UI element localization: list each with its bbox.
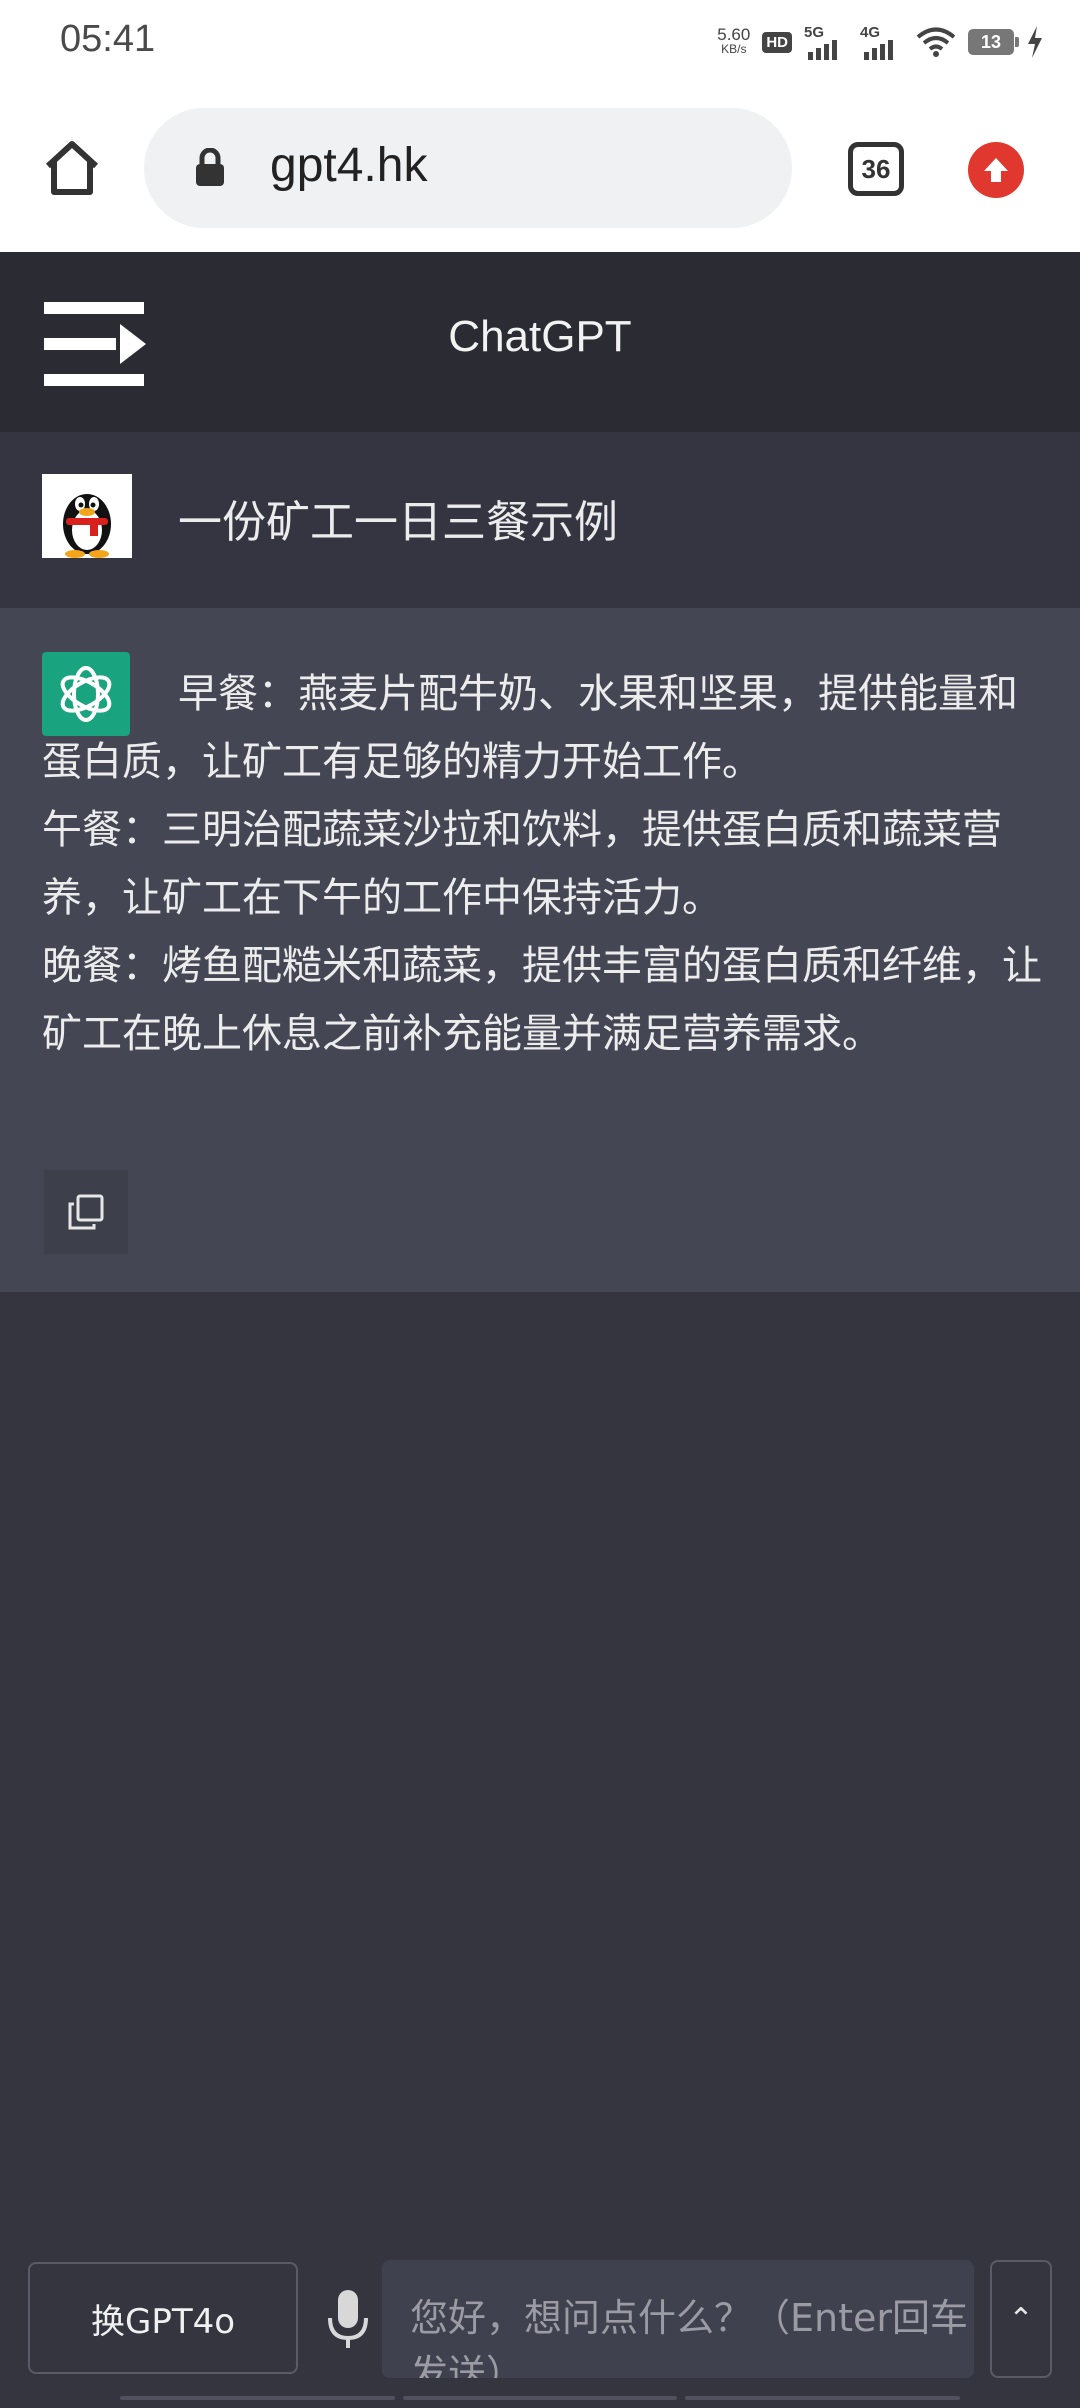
- status-icons: 5.60 KB/s HD 5G 4G 13: [717, 22, 1044, 62]
- arrow-up-icon: [984, 158, 1008, 182]
- openai-logo-icon: [60, 666, 112, 722]
- user-message-text: 一份矿工一日三餐示例: [178, 497, 618, 548]
- assistant-paragraph: 午餐：三明治配蔬菜沙拉和饮料，提供蛋白质和蔬菜营养，让矿工在下午的工作中保持活力…: [42, 807, 1002, 921]
- bottom-divider: [120, 2396, 961, 2400]
- assistant-message-text: 早餐：燕麦片配牛奶、水果和坚果，提供能量和蛋白质，让矿工有足够的精力开始工作。 …: [42, 660, 1042, 1068]
- charging-icon: [1028, 26, 1042, 58]
- assistant-message: 早餐：燕麦片配牛奶、水果和坚果，提供能量和蛋白质，让矿工有足够的精力开始工作。 …: [0, 608, 1080, 1292]
- copy-icon: [68, 1194, 104, 1230]
- network-speed-value: 5.60: [717, 25, 751, 44]
- copy-button[interactable]: [44, 1170, 128, 1254]
- home-icon[interactable]: [42, 138, 102, 198]
- network-speed-unit: KB/s: [721, 42, 747, 56]
- message-input[interactable]: 您好，想问点什么？（Enter回车发送） A 发送: [382, 2260, 974, 2378]
- message-input-placeholder: 您好，想问点什么？（Enter回车发送）: [410, 2296, 968, 2378]
- user-avatar: [42, 474, 132, 558]
- app-header: ChatGPT: [0, 252, 1080, 432]
- status-time: 05:41: [60, 18, 156, 60]
- user-message: 一份矿工一日三餐示例: [0, 432, 1080, 608]
- network-speed: 5.60 KB/s: [717, 25, 751, 56]
- signal-4g-label: 4G: [860, 24, 881, 41]
- address-bar[interactable]: gpt4.hk: [144, 108, 792, 228]
- signal-4g-icon: 4G: [860, 24, 904, 60]
- chatgpt-avatar: [42, 652, 130, 736]
- microphone-icon[interactable]: [326, 2288, 370, 2352]
- lock-icon: [196, 148, 224, 186]
- wifi-icon: [916, 27, 956, 57]
- qq-penguin-icon: [63, 494, 111, 558]
- switch-model-button[interactable]: 换GPT4o: [28, 2262, 298, 2374]
- tab-switcher-button[interactable]: 36: [848, 142, 904, 196]
- battery-icon: 13: [968, 29, 1019, 55]
- url-text: gpt4.hk: [270, 139, 428, 192]
- signal-5g-icon: 5G: [804, 24, 848, 60]
- app-title: ChatGPT: [448, 312, 632, 361]
- assistant-paragraph: 早餐：燕麦片配牛奶、水果和坚果，提供能量和蛋白质，让矿工有足够的精力开始工作。: [42, 671, 1018, 785]
- scroll-up-button[interactable]: ⌃: [990, 2260, 1052, 2378]
- assistant-paragraph: 晚餐：烤鱼配糙米和蔬菜，提供丰富的蛋白质和纤维，让矿工在晚上休息之前补充能量并满…: [42, 943, 1042, 1057]
- hd-icon: HD: [762, 31, 792, 53]
- signal-5g-label: 5G: [804, 24, 825, 41]
- status-bar: 05:41 5.60 KB/s HD 5G 4G 13: [0, 0, 1080, 84]
- browser-toolbar: gpt4.hk 36: [0, 84, 1080, 252]
- update-button[interactable]: [968, 142, 1024, 198]
